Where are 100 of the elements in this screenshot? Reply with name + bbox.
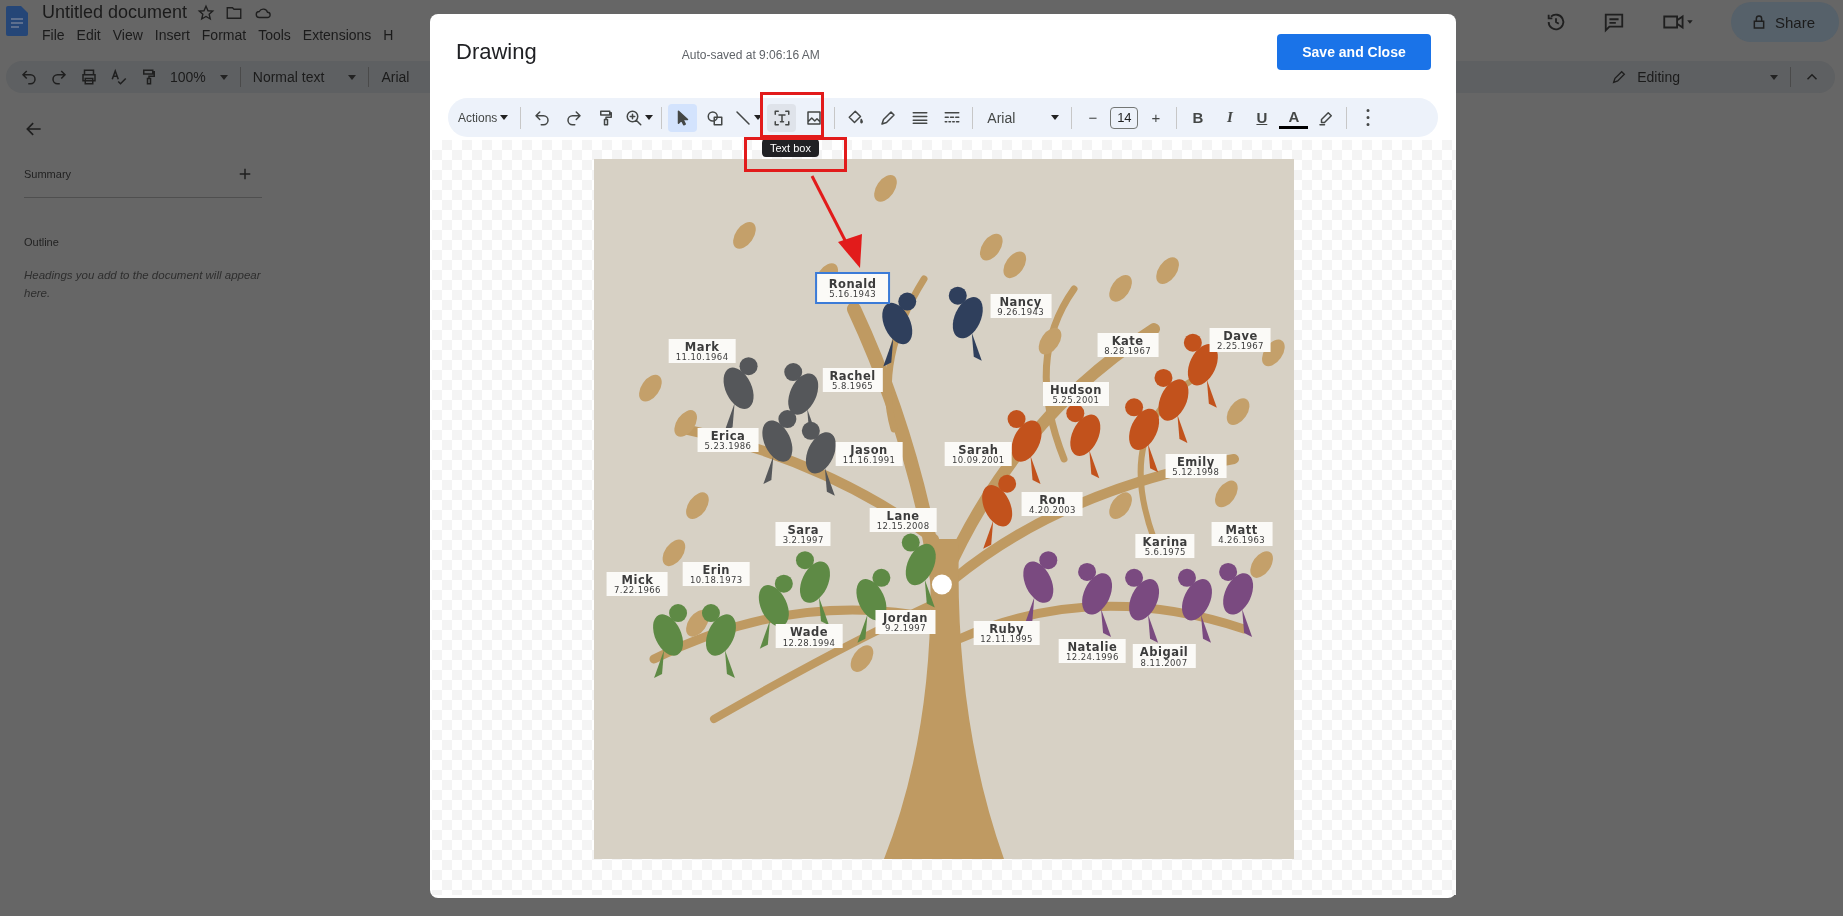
name-tag[interactable]: Natalie 12.24.1996 [1059, 638, 1126, 663]
name-tag[interactable]: Mark 11.10.1964 [668, 338, 736, 363]
person-name: Emily [1176, 456, 1215, 469]
name-tag[interactable]: Ronald 5.16.1943 [816, 274, 889, 303]
font-dropdown[interactable]: Arial [979, 103, 1066, 132]
birth-date: 12.28.1994 [782, 638, 836, 648]
text-color-button[interactable]: A [1279, 106, 1309, 129]
birth-date: 5.16.1943 [829, 290, 876, 300]
outline-heading: Outline [24, 236, 60, 248]
italic-button[interactable]: I [1215, 103, 1245, 132]
caret-icon [645, 115, 654, 120]
line-icon [734, 108, 753, 127]
caret-icon [1770, 74, 1778, 80]
add-icon[interactable] [238, 167, 252, 181]
birth-date: 10.18.1973 [689, 576, 743, 586]
name-tag[interactable]: Ron 4.20.2003 [1021, 491, 1083, 516]
underline-button[interactable]: U [1247, 103, 1277, 132]
docs-logo-icon[interactable] [6, 6, 28, 36]
person-name: Ruby [989, 622, 1024, 635]
name-tag[interactable]: Karina 5.6.1975 [1135, 533, 1195, 558]
name-tag[interactable]: Erica 5.23.1986 [697, 428, 759, 453]
comment-icon[interactable] [1602, 11, 1625, 33]
birth-date: 12.15.2008 [876, 522, 930, 532]
person-name: Karina [1142, 535, 1188, 548]
birth-date: 3.2.1997 [782, 536, 824, 546]
bold-button[interactable]: B [1183, 103, 1213, 132]
redo-icon [564, 108, 583, 127]
paint-roller-icon[interactable] [140, 68, 158, 86]
person-name: Natalie [1067, 640, 1118, 653]
star-icon[interactable] [197, 3, 216, 22]
font-size-step-button[interactable]: − [1078, 103, 1108, 132]
more-icon [1365, 109, 1370, 126]
actions-menu[interactable]: Actions [456, 103, 515, 132]
name-tag[interactable]: Hudson 5.25.2001 [1042, 382, 1109, 407]
person-name: Jordan [882, 612, 928, 625]
birth-date: 4.20.2003 [1028, 505, 1076, 515]
name-tag[interactable]: Lane 12.15.2008 [869, 508, 937, 533]
person-name: Ron [1039, 493, 1066, 506]
undo-icon [532, 108, 551, 127]
name-tag[interactable]: Rachel 5.8.1965 [822, 368, 883, 393]
spellcheck-icon[interactable] [110, 68, 128, 86]
select-button[interactable] [668, 103, 698, 132]
font-size-step-button[interactable]: + [1141, 103, 1171, 132]
redo-icon[interactable] [50, 68, 68, 86]
text-box-icon [772, 108, 791, 127]
name-tag[interactable]: Jordan 9.2.1997 [875, 610, 935, 635]
person-name: Mark [684, 340, 720, 353]
paint-bucket-icon [846, 108, 865, 127]
name-tag[interactable]: Emily 5.12.1998 [1165, 454, 1227, 478]
person-name: Hudson [1049, 384, 1102, 397]
person-name: Abigail [1139, 646, 1189, 659]
person-name: Erica [710, 430, 746, 443]
font-size-field[interactable]: 14 [1110, 106, 1139, 129]
person-name: Jason [850, 444, 888, 457]
dialog-title: Drawing [456, 39, 537, 65]
shapes-icon [705, 108, 724, 127]
birth-date: 7.22.1966 [614, 585, 661, 595]
name-tag[interactable]: Dave 2.25.1967 [1210, 328, 1271, 353]
name-tag[interactable]: Wade 12.28.1994 [775, 624, 843, 649]
person-name: Kate [1111, 334, 1144, 347]
person-name: Wade [790, 626, 829, 639]
name-tag[interactable]: Ruby 12.11.1995 [973, 620, 1040, 645]
name-tag[interactable]: Nancy 9.26.1943 [990, 294, 1052, 319]
print-icon[interactable] [80, 68, 98, 86]
name-tag[interactable]: Kate 8.28.1967 [1097, 332, 1159, 357]
name-tag[interactable]: Abigail 8.11.2007 [1132, 644, 1196, 669]
birth-date: 5.8.1965 [832, 382, 874, 392]
name-tag[interactable]: Matt 4.26.1963 [1211, 522, 1273, 547]
autosave-status: Auto-saved at 9:06:16 AM [681, 48, 820, 62]
name-tag[interactable]: Jason 11.16.1991 [835, 442, 903, 467]
birth-date: 11.10.1964 [675, 352, 729, 362]
person-name: Ronald [828, 278, 877, 291]
birth-date: 10.09.2001 [952, 456, 1005, 466]
birth-date: 9.26.1943 [997, 308, 1045, 318]
caret-icon [348, 74, 357, 80]
save-and-close-button[interactable]: Save and Close [1277, 34, 1431, 70]
pencil-icon [1611, 69, 1628, 85]
name-tag[interactable]: Erin 10.18.1973 [682, 562, 750, 587]
person-name: Sara [787, 524, 819, 537]
undo-icon[interactable] [20, 68, 38, 86]
birth-date: 8.28.1967 [1104, 347, 1152, 356]
person-name: Sarah [958, 444, 999, 457]
birth-date: 5.12.1998 [1172, 468, 1220, 477]
person-name: Rachel [829, 370, 876, 383]
name-tag[interactable]: Sara 3.2.1997 [775, 522, 831, 547]
name-tag[interactable]: Mick 7.22.1966 [607, 571, 668, 596]
birth-date: 5.23.1986 [704, 442, 752, 452]
birth-date: 12.24.1996 [1066, 652, 1119, 662]
text-box-button[interactable] [767, 103, 797, 132]
caret-icon [219, 74, 228, 80]
birth-date: 5.6.1975 [1144, 548, 1186, 557]
person-name: Matt [1225, 524, 1258, 537]
birth-date: 11.16.1991 [842, 456, 896, 466]
birth-date: 4.26.1963 [1218, 536, 1266, 546]
birth-date: 5.25.2001 [1052, 396, 1100, 406]
pencil-icon [878, 108, 897, 127]
name-tag[interactable]: Sarah 10.09.2001 [945, 442, 1012, 467]
person-name: Lane [886, 510, 920, 523]
caret-icon [500, 115, 509, 120]
birth-date: 12.11.1995 [980, 635, 1033, 644]
